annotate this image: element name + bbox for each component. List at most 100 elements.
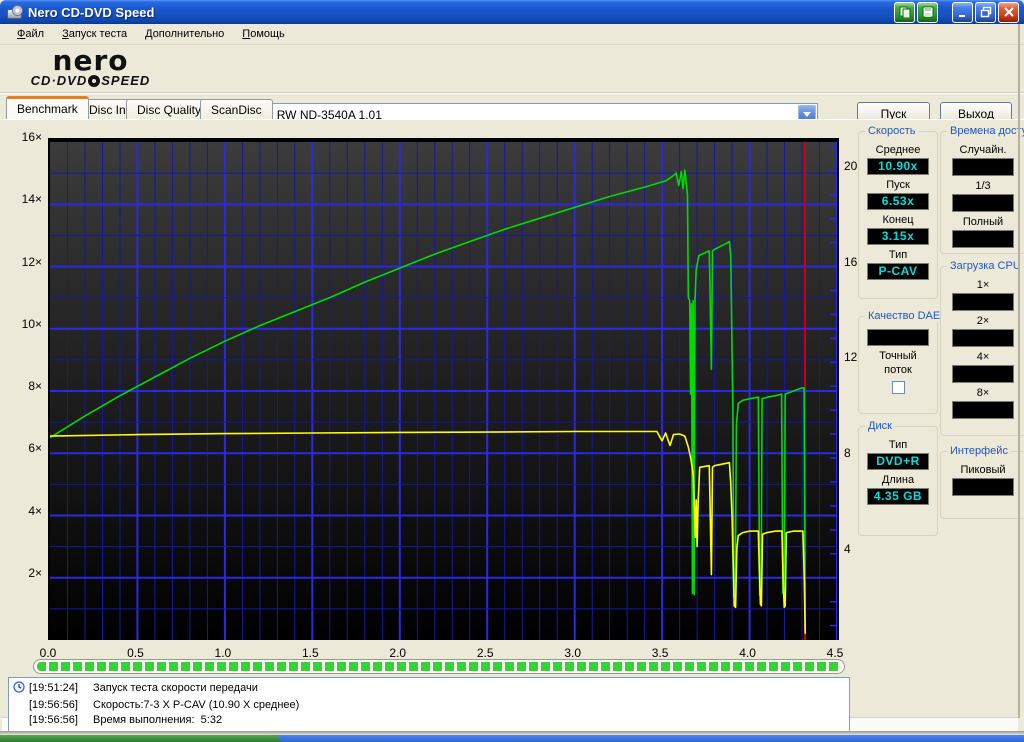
speed-panel: Скорость Среднее 10.90x Пуск 6.53x Конец…	[858, 125, 938, 299]
left-axis-tick: 2×	[28, 565, 42, 580]
left-axis-tick: 10×	[21, 316, 42, 331]
save-icon	[922, 6, 933, 18]
one-third-access-label: 1/3	[975, 180, 991, 192]
log-time: [19:56:56]	[29, 699, 78, 711]
copy-button[interactable]	[894, 1, 915, 23]
progress-bar	[33, 659, 845, 674]
x-axis-tick: 4.0	[739, 646, 756, 660]
x-axis-tick: 4.5	[826, 646, 844, 660]
minimize-button[interactable]	[952, 1, 973, 23]
disc-length-value: 4.35 GB	[867, 488, 929, 505]
chart-canvas	[50, 142, 837, 640]
interface-title: Интерфейс	[947, 445, 1011, 457]
x-axis-tick: 1.5	[301, 646, 319, 660]
cpu-8x-label: 8×	[976, 387, 990, 399]
average-speed-value: 10.90x	[867, 158, 929, 175]
close-button[interactable]	[998, 1, 1019, 23]
clock-icon	[13, 681, 25, 693]
log-text: Время выполнения: 5:32	[93, 714, 223, 726]
cpu-2x-value	[952, 329, 1014, 347]
cpu-usage-title: Загрузка CPU	[947, 260, 1024, 272]
menu-item-help[interactable]: Помощь	[233, 25, 294, 44]
right-axis-tick: 4	[844, 541, 851, 556]
window-right-edge	[1018, 24, 1020, 718]
x-axis-tick: 0.0	[39, 646, 57, 660]
x-axis-tick: 2.0	[389, 646, 407, 660]
right-axis-tick: 8	[844, 446, 851, 461]
dae-quality-panel: Качество DAE Точный поток	[858, 310, 944, 414]
toolbar: nero CD·DVD SPEED [1:0] _NEC DVD_RW ND-35…	[0, 44, 1024, 126]
window-title: Nero CD-DVD Speed	[28, 4, 155, 20]
log-line: [19:51:24] Запуск теста скорости передач…	[13, 681, 845, 698]
speed-panel-title: Скорость	[865, 125, 919, 137]
left-axis-tick: 4×	[28, 503, 42, 518]
start-speed-value: 6.53x	[867, 193, 929, 210]
left-axis-tick: 8×	[28, 379, 42, 393]
disc-logo-icon	[88, 75, 101, 87]
menubar: Файл Запуск теста Дополнительно Помощь	[0, 24, 1024, 45]
burst-rate-value	[952, 478, 1014, 496]
progress-bar-fill	[37, 662, 841, 671]
random-access-label: Случайн.	[959, 144, 1007, 156]
cpu-8x-value	[952, 401, 1014, 419]
restore-icon	[980, 6, 991, 18]
minimize-icon	[958, 15, 965, 17]
tab-bar: Benchmark Disc Info Disc Quality ScanDis…	[0, 96, 1024, 119]
access-times-title: Времена доступа	[947, 125, 1024, 137]
speed-type-value: P-CAV	[867, 263, 929, 280]
log-line: [19:56:56] Скорость:7-3 X P-CAV (10.90 X…	[13, 698, 845, 713]
right-axis-tick: 20	[844, 158, 858, 173]
log-line: [19:56:56] Время выполнения: 5:32	[13, 713, 845, 728]
series-read-speed	[50, 169, 807, 631]
disc-type-value: DVD+R	[867, 453, 929, 470]
nero-logo: nero CD·DVD SPEED	[30, 44, 151, 89]
cpu-1x-value	[952, 293, 1014, 311]
average-speed-label: Среднее	[875, 144, 921, 156]
menu-item-file[interactable]: Файл	[8, 25, 53, 44]
access-times-panel: Времена доступа Случайн. 1/3 Полный	[940, 125, 1024, 254]
x-axis-tick: 0.5	[127, 646, 144, 660]
plot-area	[48, 138, 839, 640]
save-button[interactable]	[917, 1, 938, 23]
start-speed-label: Пуск	[886, 179, 910, 191]
log-time: [19:56:56]	[29, 714, 78, 726]
close-icon	[1003, 7, 1014, 17]
log-box[interactable]: [19:51:24] Запуск теста скорости передач…	[8, 677, 850, 732]
cpu-1x-label: 1×	[976, 279, 990, 291]
cpu-4x-label: 4×	[976, 351, 990, 363]
x-axis-tick: 2.5	[476, 646, 494, 660]
burst-rate-label: Пиковый	[960, 464, 1006, 476]
left-axis-tick: 14×	[21, 192, 42, 207]
copy-icon	[899, 6, 910, 18]
cpu-2x-label: 2×	[976, 315, 990, 327]
taskbar-strip	[0, 735, 1024, 742]
right-axis-tick: 16	[844, 254, 858, 269]
accurate-stream-checkbox[interactable]	[891, 381, 905, 394]
cpu-usage-panel: Загрузка CPU 1× 2× 4× 8×	[940, 260, 1024, 436]
left-axis-tick: 6×	[28, 441, 42, 456]
speed-type-label: Тип	[888, 249, 908, 261]
x-axis-tick: 3.5	[651, 646, 669, 660]
right-axis-tick: 12	[844, 350, 858, 365]
x-axis-tick: 3.0	[564, 646, 581, 660]
tab-scandisc[interactable]: ScanDisc	[200, 99, 273, 119]
disc-length-label: Длина	[881, 474, 915, 486]
tab-benchmark[interactable]: Benchmark	[6, 96, 89, 119]
disc-panel: Диск Тип DVD+R Длина 4.35 GB	[858, 420, 938, 536]
full-access-value	[952, 230, 1014, 248]
log-text: Скорость:7-3 X P-CAV (10.90 X среднее)	[93, 699, 300, 711]
x-axis-tick: 1.0	[214, 646, 232, 660]
benchmark-chart: 2× 4× 6× 8× 10× 12× 14× 16× 20 16 12 8 4 0.0 0.5 1.0 1.5…	[0, 120, 860, 665]
end-speed-label: Конец	[882, 214, 914, 226]
accurate-stream-label-1: Точный	[879, 350, 917, 362]
log-text: Запуск теста скорости передачи	[93, 682, 258, 694]
one-third-access-value	[952, 194, 1014, 212]
accurate-stream-label-2: поток	[884, 364, 912, 376]
menu-item-extras[interactable]: Дополнительно	[136, 25, 233, 44]
log-time: [19:51:24]	[29, 682, 78, 694]
maximize-button[interactable]	[975, 1, 996, 23]
window-titlebar: Nero CD-DVD Speed	[0, 0, 1024, 24]
start-button-strip	[0, 735, 282, 742]
menu-item-run-test[interactable]: Запуск теста	[53, 25, 136, 44]
disc-type-label: Тип	[888, 439, 908, 451]
